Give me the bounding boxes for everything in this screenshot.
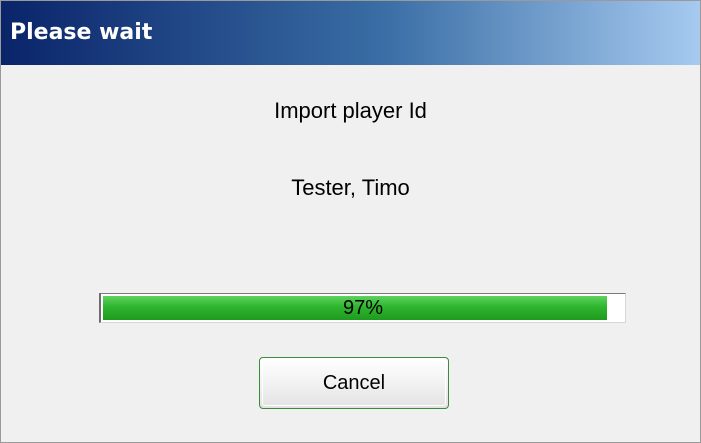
progress-bar: 97% (99, 293, 626, 323)
please-wait-dialog: Please wait Import player Id Tester, Tim… (0, 0, 701, 443)
title-bar[interactable]: Please wait (1, 1, 700, 65)
dialog-title: Please wait (10, 20, 153, 45)
dialog-body: Import player Id Tester, Timo 97% Cancel (1, 65, 700, 442)
cancel-button-label: Cancel (322, 372, 386, 394)
status-message: Import player Id (274, 98, 427, 123)
progress-label: 97% (342, 297, 384, 319)
cancel-button[interactable]: Cancel (259, 357, 449, 409)
player-name: Tester, Timo (291, 175, 410, 200)
